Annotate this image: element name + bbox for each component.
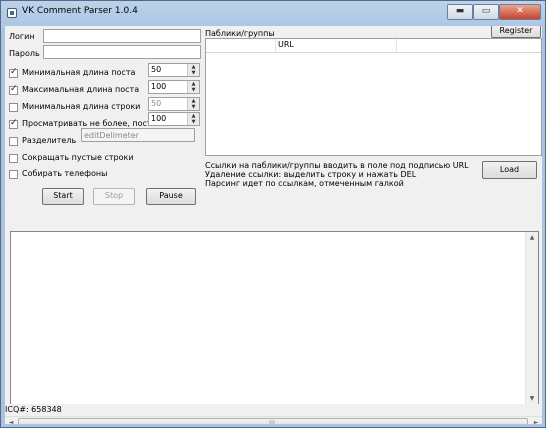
client-area: Логин Пароль Минимальная длина поста 50 …: [5, 26, 542, 424]
min-post-length-checkbox[interactable]: [9, 67, 18, 78]
collect-phones-label: Собирать телефоны: [22, 169, 108, 178]
column-check-header[interactable]: [206, 39, 276, 52]
max-posts-label: Просматривать не более, постов: [22, 119, 162, 128]
scroll-up-icon[interactable]: ▲: [526, 232, 538, 244]
spin-down-icon[interactable]: ▼: [188, 87, 199, 93]
title-bar[interactable]: VK Comment Parser 1.0.4 ▬ ▭ ✕: [1, 1, 545, 26]
max-post-length-value: 100: [151, 82, 167, 91]
min-post-length-label: Минимальная длина поста: [22, 68, 136, 77]
delimiter-label: Разделитель: [22, 136, 77, 145]
min-line-length-value: 50: [151, 99, 162, 108]
help-line-3: Парсинг идет по ссылкам, отмеченным галк…: [205, 179, 404, 188]
column-url-header[interactable]: URL: [278, 40, 294, 49]
start-button[interactable]: Start: [42, 188, 84, 205]
max-posts-value: 100: [151, 114, 167, 123]
max-posts-checkbox[interactable]: [9, 118, 18, 129]
app-window: VK Comment Parser 1.0.4 ▬ ▭ ✕ Логин Паро…: [0, 0, 546, 428]
max-post-length-checkbox[interactable]: [9, 84, 18, 95]
collapse-empty-lines-checkbox[interactable]: [9, 154, 18, 163]
status-bar: ICQ#: 658348: [5, 404, 542, 416]
min-line-length-checkbox[interactable]: [9, 103, 18, 112]
min-post-length-value: 50: [151, 65, 162, 74]
help-line-1: Ссылки на паблики/группы вводить в поле …: [205, 161, 469, 170]
output-text-area[interactable]: ▲ ▼: [10, 231, 539, 406]
password-input[interactable]: [43, 45, 201, 59]
window-title: VK Comment Parser 1.0.4: [22, 6, 138, 16]
scroll-thumb[interactable]: |||: [18, 418, 528, 424]
scroll-right-icon[interactable]: ►: [530, 417, 542, 424]
maximize-button[interactable]: ▭: [473, 4, 499, 20]
max-post-length-stepper[interactable]: 100 ▲ ▼: [148, 80, 200, 94]
spin-down-icon[interactable]: ▼: [188, 119, 199, 125]
stop-button[interactable]: Stop: [93, 188, 135, 205]
min-line-length-stepper[interactable]: 50 ▲ ▼: [148, 97, 200, 111]
icq-status-text: ICQ#: 658348: [5, 405, 62, 414]
spin-down-icon[interactable]: ▼: [188, 70, 199, 76]
password-label: Пароль: [9, 49, 40, 58]
collect-phones-checkbox[interactable]: [9, 170, 18, 179]
login-label: Логин: [9, 32, 35, 41]
groups-list[interactable]: URL: [205, 38, 542, 156]
column-divider: [396, 39, 397, 52]
login-input[interactable]: [43, 29, 201, 43]
max-post-length-label: Максимальная длина поста: [22, 85, 140, 94]
close-button[interactable]: ✕: [499, 4, 541, 20]
app-icon: [7, 8, 17, 18]
groups-label: Паблики/группы: [205, 29, 275, 38]
grip-icon: |||: [269, 420, 276, 424]
min-post-length-stepper[interactable]: 50 ▲ ▼: [148, 63, 200, 77]
vertical-scrollbar[interactable]: ▲ ▼: [525, 232, 538, 405]
delimiter-checkbox[interactable]: [9, 137, 18, 146]
load-button[interactable]: Load: [482, 161, 537, 179]
horizontal-scrollbar[interactable]: ◄ ||| ►: [5, 416, 542, 424]
help-line-2: Удаление ссылки: выделить строку и нажат…: [205, 170, 417, 179]
delimiter-input[interactable]: editDelimeter: [81, 128, 195, 142]
register-button[interactable]: Register: [491, 26, 541, 38]
groups-list-header: URL: [206, 39, 541, 53]
scroll-left-icon[interactable]: ◄: [5, 417, 17, 424]
max-posts-stepper[interactable]: 100 ▲ ▼: [148, 112, 200, 126]
collapse-empty-lines-label: Сокращать пустые строки: [22, 153, 134, 162]
min-line-length-label: Минимальная длина строки: [22, 102, 141, 111]
pause-button[interactable]: Pause: [146, 188, 196, 205]
spin-down-icon[interactable]: ▼: [188, 104, 199, 110]
minimize-button[interactable]: ▬: [447, 4, 473, 20]
